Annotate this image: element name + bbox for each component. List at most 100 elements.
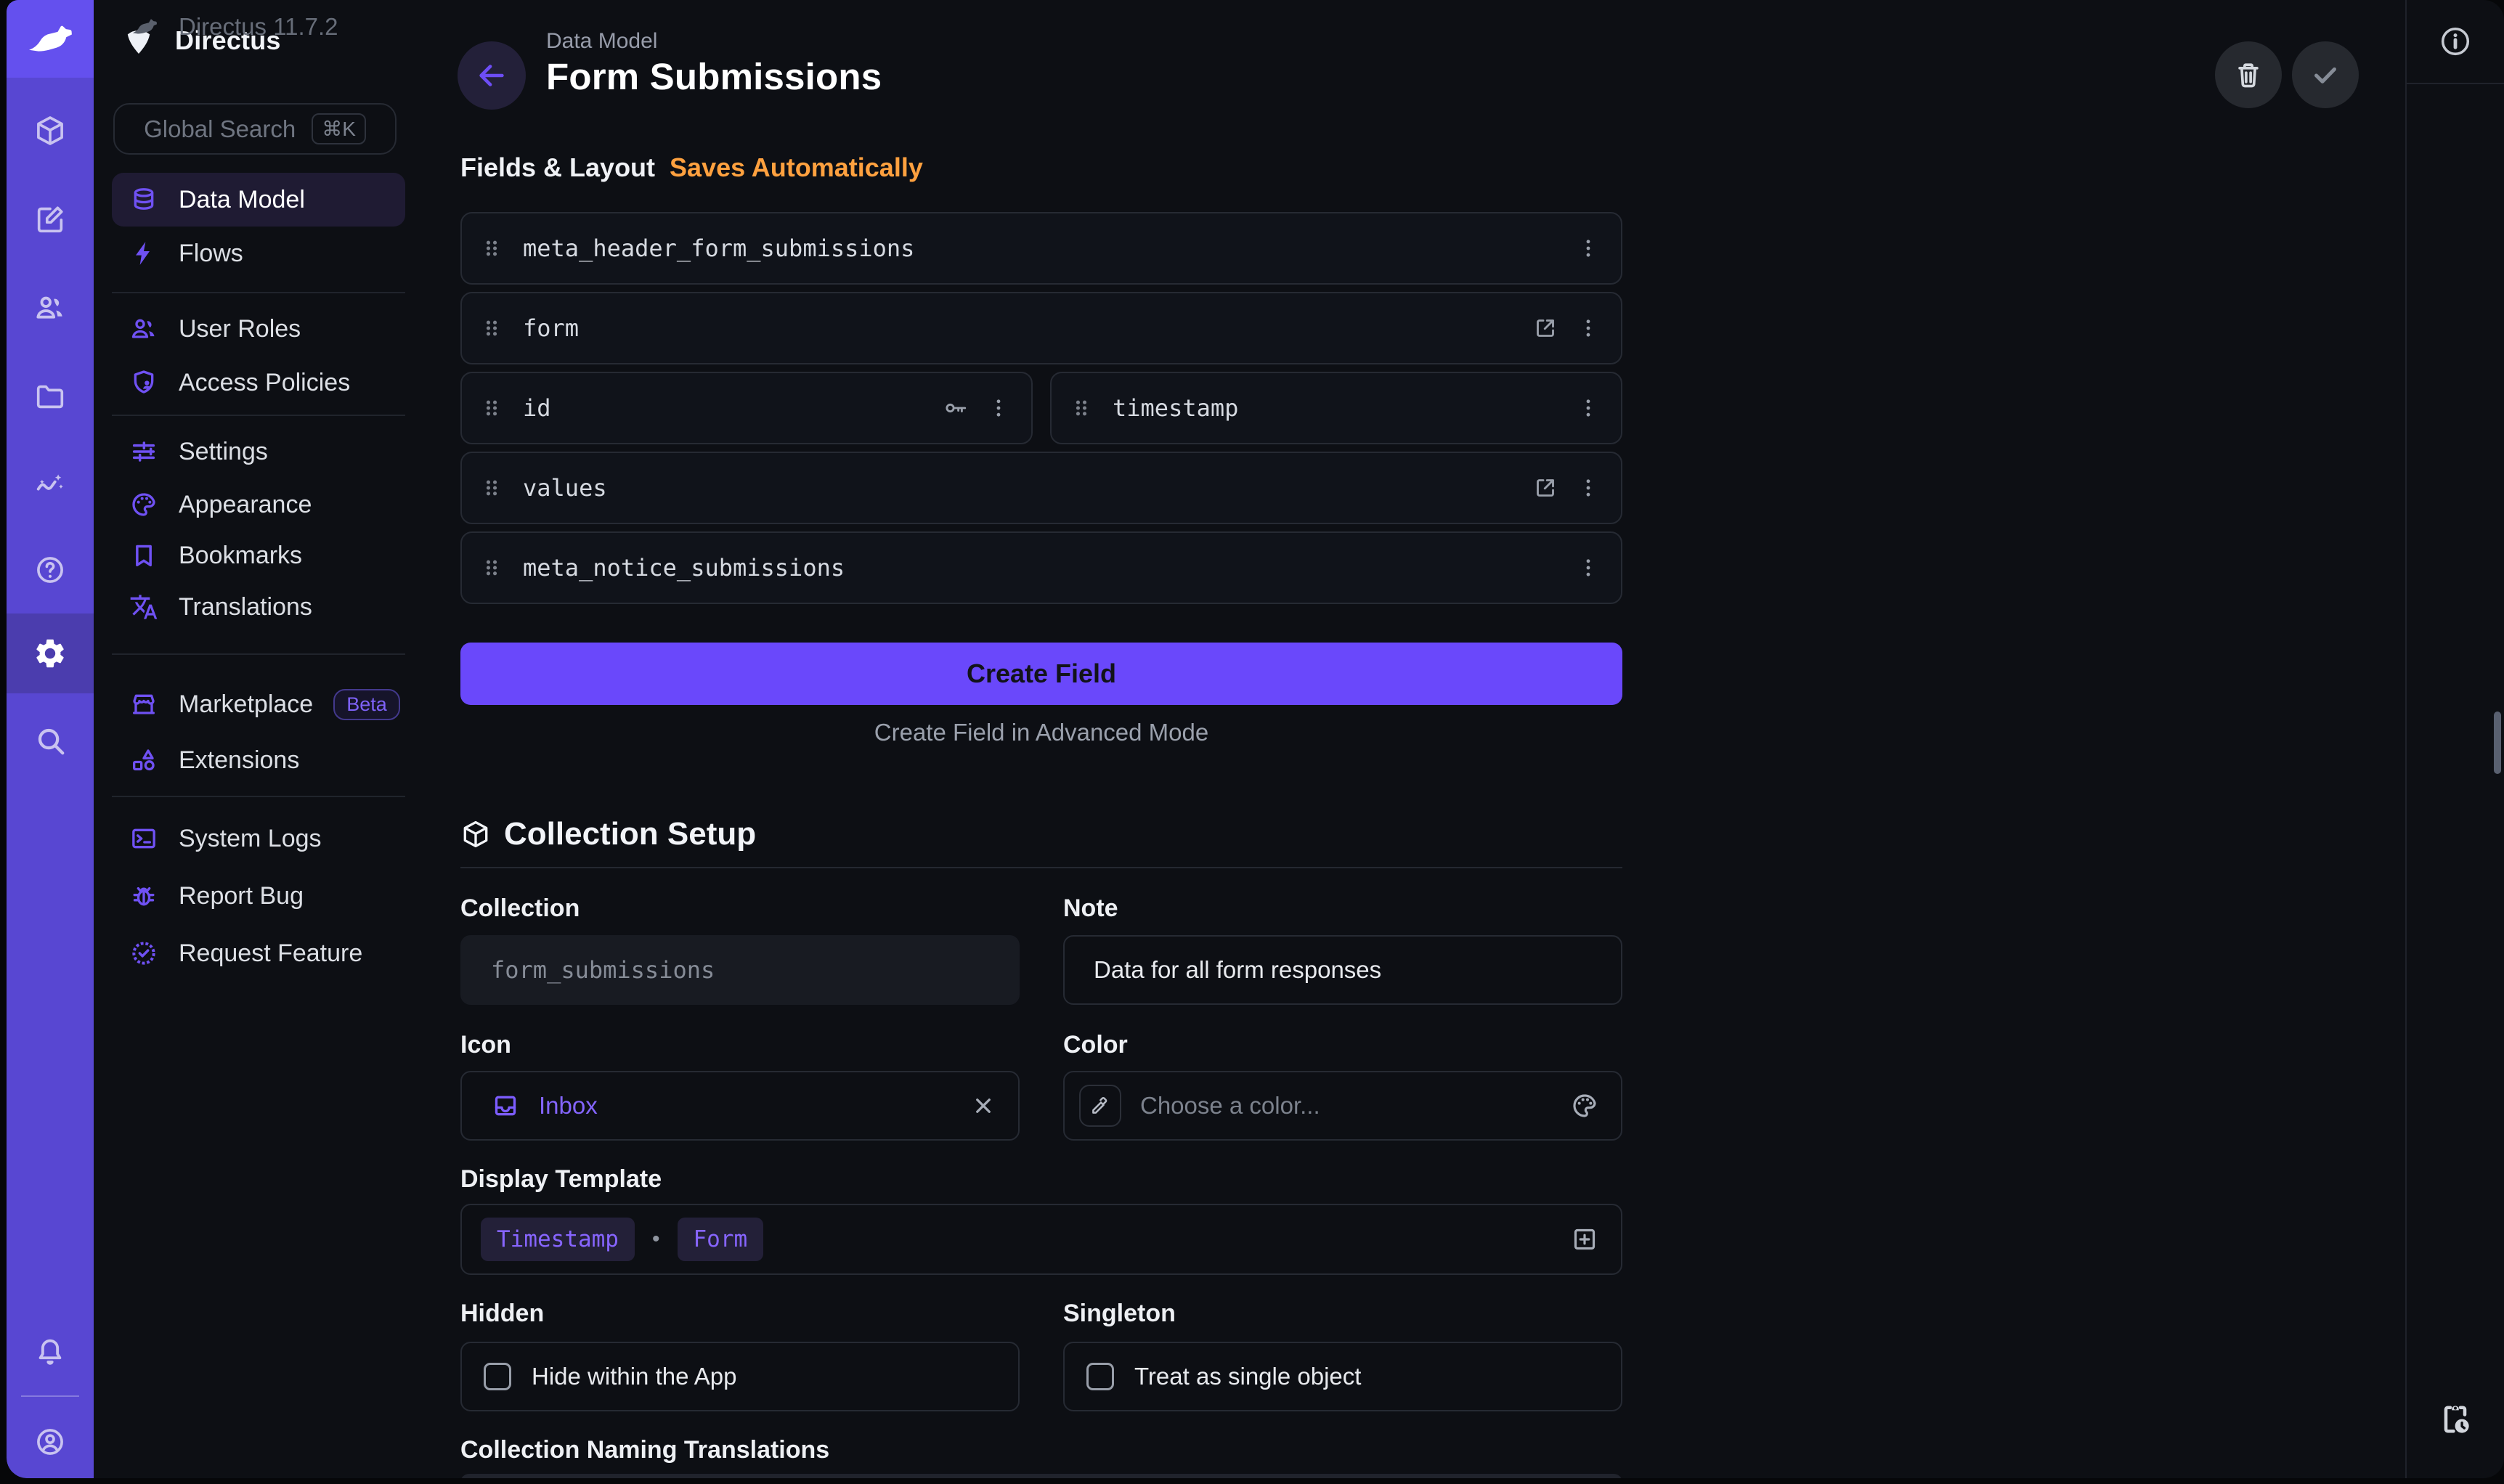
module-search[interactable] [7,701,94,780]
field-row-id[interactable]: id [460,372,1033,444]
sidebar-item-settings[interactable]: Settings [112,425,405,478]
main-content: Data Model Form Submissions Fields & Lay… [413,0,2405,1478]
directus-rabbit-icon [129,12,160,42]
translate-icon [129,592,158,621]
divider [112,796,405,797]
divider [2407,83,2504,84]
collection-value: form_submissions [491,956,715,984]
hidden-checkbox[interactable] [484,1363,511,1390]
color-input[interactable]: Choose a color... [1063,1071,1622,1141]
sidebar-item-request-feature[interactable]: Request Feature [112,926,405,980]
back-button[interactable] [458,41,526,110]
palette-icon [129,490,158,519]
kebab-menu-icon[interactable] [1576,316,1601,341]
drag-handle-icon[interactable] [1069,396,1094,420]
drag-handle-icon[interactable] [479,396,504,420]
note-input[interactable]: Data for all form responses [1063,935,1622,1005]
drag-handle-icon[interactable] [479,316,504,341]
hidden-checkbox-field[interactable]: Hide within the App [460,1342,1020,1411]
field-row-values[interactable]: values [460,452,1622,524]
clear-icon-button[interactable] [970,1093,996,1119]
kebab-menu-icon[interactable] [1576,476,1601,500]
eyedropper-icon [1089,1094,1112,1117]
module-files[interactable] [7,356,94,436]
module-account[interactable] [7,1402,94,1478]
sidebar-item-translations[interactable]: Translations [112,580,405,634]
save-button[interactable] [2292,41,2359,108]
add-template-field-button[interactable] [1570,1225,1599,1254]
module-users[interactable] [7,268,94,348]
sidebar-item-data-model[interactable]: Data Model [112,173,405,227]
nav-panel: Directus Global Search ⌘K Data Model Flo… [94,0,413,1478]
sidebar-item-label: Translations [179,593,312,621]
singleton-checkbox-field[interactable]: Treat as single object [1063,1342,1622,1411]
open-in-new-icon[interactable] [1532,315,1558,341]
sidebar-item-flows[interactable]: Flows [112,227,405,280]
add-box-icon [1570,1225,1599,1254]
field-row-meta-notice[interactable]: meta_notice_submissions [460,531,1622,604]
scrollbar-thumb[interactable] [2494,712,2501,774]
people-icon [129,314,158,343]
info-sidebar-button[interactable] [2407,1,2504,81]
sidebar-item-label: Bookmarks [179,542,302,570]
kebab-menu-icon[interactable] [1576,555,1601,580]
sidebar-item-system-logs[interactable]: System Logs [112,812,405,865]
activity-sidebar-button[interactable] [2407,1379,2504,1459]
global-search-input[interactable]: Global Search ⌘K [113,103,397,155]
module-settings[interactable] [7,613,94,693]
drag-handle-icon[interactable] [479,236,504,261]
open-in-new-icon[interactable] [1532,475,1558,501]
shield-person-icon [129,368,158,397]
create-field-advanced-link[interactable]: Create Field in Advanced Mode [460,719,1622,746]
sidebar-item-label: Request Feature [179,939,362,968]
tune-icon [129,437,158,466]
field-row-meta-header[interactable]: meta_header_form_submissions [460,212,1622,285]
delete-collection-button[interactable] [2215,41,2282,108]
sidebar-item-bookmarks[interactable]: Bookmarks [112,529,405,582]
drag-handle-icon[interactable] [479,555,504,580]
extension-shapes-icon [129,746,158,775]
pending-actions-icon [2436,1401,2474,1438]
folder-icon [33,380,67,413]
create-field-button[interactable]: Create Field [460,643,1622,705]
sidebar-item-access-policies[interactable]: Access Policies [112,356,405,409]
kebab-menu-icon[interactable] [1576,236,1601,261]
autosave-note: Saves Automatically [670,152,923,183]
module-notifications[interactable] [7,1312,94,1392]
template-chip-form[interactable]: Form [678,1218,764,1261]
breadcrumb[interactable]: Data Model [546,29,657,54]
color-picker-button[interactable] [1570,1091,1599,1120]
sidebar-item-label: Extensions [179,746,299,775]
directus-rabbit-logo-icon [23,12,77,66]
singleton-checkbox[interactable] [1086,1363,1114,1390]
sidebar-item-report-bug[interactable]: Report Bug [112,869,405,923]
sidebar-item-label: Flows [179,240,243,268]
collection-input: form_submissions [460,935,1020,1005]
sidebar-item-extensions[interactable]: Extensions [112,733,405,787]
kebab-menu-icon[interactable] [1576,396,1601,420]
color-label: Color [1063,1031,1128,1059]
template-chip-timestamp[interactable]: Timestamp [481,1218,635,1261]
eyedropper-swatch[interactable] [1079,1085,1121,1127]
account-circle-icon [33,1425,67,1459]
translations-interface-partial[interactable] [460,1474,1622,1478]
search-icon [33,724,67,757]
icon-value: Inbox [539,1092,598,1120]
gear-icon [33,636,68,671]
field-row-timestamp[interactable]: timestamp [1050,372,1622,444]
module-help[interactable] [7,530,94,610]
module-content[interactable] [7,91,94,171]
sidebar-item-marketplace[interactable]: Marketplace Beta [112,677,405,731]
kebab-menu-icon[interactable] [986,396,1011,420]
module-insights[interactable] [7,443,94,523]
display-template-input[interactable]: Timestamp • Form [460,1204,1622,1275]
module-logo[interactable] [7,0,94,78]
sidebar-item-appearance[interactable]: Appearance [112,478,405,531]
palette-icon [1570,1091,1599,1120]
sidebar-item-user-roles[interactable]: User Roles [112,302,405,356]
search-shortcut-badge: ⌘K [312,113,366,144]
drag-handle-icon[interactable] [479,476,504,500]
icon-input[interactable]: Inbox [460,1071,1020,1141]
field-row-form[interactable]: form [460,292,1622,364]
module-editor[interactable] [7,179,94,259]
